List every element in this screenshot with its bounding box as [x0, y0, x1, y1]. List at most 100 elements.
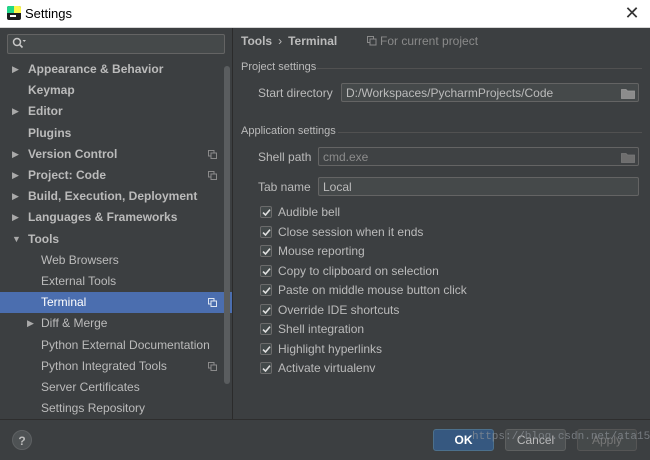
- copy-icon: [208, 149, 217, 159]
- section-divider: [317, 68, 642, 69]
- option-label: Close session when it ends: [278, 224, 424, 239]
- sidebar-item-project-code[interactable]: ▶ Project: Code: [0, 165, 232, 186]
- chevron-right-icon[interactable]: ▶: [27, 313, 34, 334]
- checkbox[interactable]: [260, 245, 272, 257]
- chevron-right-icon[interactable]: ▶: [12, 59, 19, 80]
- sidebar-item-label: Editor: [28, 104, 63, 119]
- sidebar-item-label: Settings Repository: [41, 401, 146, 416]
- chevron-down-icon[interactable]: ▼: [12, 229, 21, 250]
- sidebar-item-label: Languages & Frameworks: [28, 210, 178, 225]
- checkmark-icon: [262, 365, 271, 373]
- sidebar-item-label: Tools: [28, 231, 60, 246]
- browse-folder-icon[interactable]: [621, 88, 635, 99]
- help-button[interactable]: ?: [12, 430, 32, 450]
- scope-label: For current project: [380, 34, 479, 48]
- tab-name-label: Tab name: [258, 180, 311, 194]
- checkbox[interactable]: [260, 303, 272, 316]
- copy-icon: [208, 298, 217, 308]
- scope-indicator: For current project: [367, 33, 478, 49]
- search-icon: [12, 37, 26, 49]
- sidebar-item-languages-frameworks[interactable]: ▶ Languages & Frameworks: [0, 207, 232, 228]
- watermark-url: https://blog.csdn.net/ata15: [472, 431, 650, 443]
- option-label: Paste on middle mouse button click: [278, 283, 467, 297]
- sidebar-item-label: Python External Documentation: [41, 337, 210, 352]
- checkmark-icon: [262, 345, 271, 353]
- option-label: Copy to clipboard on selection: [278, 263, 439, 278]
- chevron-right-icon[interactable]: ▶: [12, 165, 19, 186]
- sidebar-item-python-external-documentation[interactable]: Python External Documentation: [0, 335, 232, 356]
- sidebar-item-version-control[interactable]: ▶ Version Control: [0, 144, 232, 165]
- tab-name-value: Local: [323, 180, 352, 194]
- sidebar-item-label: Python Integrated Tools: [41, 358, 167, 373]
- sidebar-item-label: Version Control: [28, 146, 118, 161]
- close-window-button[interactable]: ✕: [622, 3, 642, 23]
- sidebar-item-settings-repository[interactable]: Settings Repository: [0, 398, 232, 419]
- option-label: Highlight hyperlinks: [278, 341, 383, 356]
- sidebar-item-web-browsers[interactable]: Web Browsers: [0, 250, 232, 271]
- option-label: Mouse reporting: [278, 244, 365, 258]
- sidebar-item-label: Appearance & Behavior: [28, 62, 164, 76]
- sidebar-item-server-certificates[interactable]: Server Certificates: [0, 377, 232, 398]
- sidebar-item-label: External Tools: [41, 274, 117, 288]
- copy-icon: [367, 36, 377, 46]
- pycharm-logo-icon: [7, 6, 21, 20]
- sidebar-item-label: Web Browsers: [41, 252, 119, 267]
- sidebar-item-appearance-behavior[interactable]: ▶ Appearance & Behavior: [0, 59, 232, 80]
- tab-name-field[interactable]: Local: [318, 177, 639, 196]
- sidebar-scrollbar-thumb[interactable]: [224, 66, 230, 384]
- window-titlebar: Settings ✕: [0, 0, 650, 28]
- sidebar-item-label: Diff & Merge: [41, 316, 108, 331]
- project-settings-title: Project settings: [241, 61, 317, 73]
- checkbox[interactable]: [260, 264, 272, 277]
- terminal-settings-panel: Tools › Terminal For current project Proje…: [233, 28, 650, 419]
- chevron-right-icon[interactable]: ▶: [12, 207, 19, 228]
- window-title: Settings: [25, 6, 72, 21]
- checkmark-icon: [262, 306, 271, 314]
- sidebar-item-external-tools[interactable]: External Tools: [0, 271, 232, 292]
- application-settings-title: Application settings: [241, 125, 336, 137]
- sidebar-item-diff-merge[interactable]: ▶ Diff & Merge: [0, 313, 232, 334]
- option-label: Audible bell: [278, 205, 341, 219]
- option-label: Activate virtualenv: [278, 361, 376, 375]
- checkbox[interactable]: [260, 225, 272, 238]
- checkmark-icon: [262, 209, 271, 217]
- breadcrumb-separator: ›: [278, 34, 283, 48]
- checkmark-icon: [262, 248, 271, 256]
- chevron-right-icon[interactable]: ▶: [12, 144, 19, 165]
- shell-path-field[interactable]: cmd.exe: [318, 147, 639, 166]
- checkbox[interactable]: [260, 323, 272, 335]
- option-label: Shell integration: [278, 322, 365, 336]
- sidebar-item-label: Terminal: [41, 295, 87, 310]
- sidebar-item-build-execution-deployment[interactable]: ▶ Build, Execution, Deployment: [0, 186, 232, 207]
- section-divider: [338, 132, 642, 133]
- search-input[interactable]: [7, 34, 225, 54]
- sidebar-item-label: Build, Execution, Deployment: [28, 189, 198, 204]
- browse-folder-icon[interactable]: [621, 152, 635, 163]
- sidebar-item-editor[interactable]: ▶ Editor: [0, 101, 232, 122]
- sidebar-item-keymap[interactable]: Keymap: [0, 80, 232, 101]
- sidebar-item-terminal[interactable]: Terminal: [0, 292, 232, 314]
- checkbox[interactable]: [260, 362, 272, 374]
- sidebar-item-python-integrated-tools[interactable]: Python Integrated Tools: [0, 356, 232, 377]
- breadcrumb: Tools › Terminal: [241, 33, 337, 49]
- sidebar-item-tools[interactable]: ▼ Tools: [0, 229, 232, 250]
- shell-path-value: cmd.exe: [323, 150, 369, 164]
- sidebar-item-plugins[interactable]: Plugins: [0, 123, 232, 144]
- chevron-right-icon[interactable]: ▶: [12, 186, 19, 207]
- checkmark-icon: [262, 326, 271, 334]
- checkmark-icon: [262, 267, 271, 275]
- settings-sidebar: ▶ Appearance & Behavior Keymap ▶ Editor Plugi…: [0, 28, 233, 419]
- checkbox[interactable]: [260, 206, 272, 218]
- sidebar-item-label: Keymap: [28, 83, 75, 98]
- shell-path-label: Shell path: [258, 150, 312, 164]
- checkbox[interactable]: [260, 284, 272, 296]
- breadcrumb-tools[interactable]: Tools: [241, 34, 272, 48]
- chevron-right-icon[interactable]: ▶: [12, 101, 19, 122]
- checkbox[interactable]: [260, 342, 272, 355]
- checkmark-icon: [262, 287, 271, 295]
- sidebar-item-label: Plugins: [28, 125, 72, 140]
- option-label: Override IDE shortcuts: [278, 302, 400, 317]
- start-directory-label: Start directory: [258, 86, 333, 100]
- checkmark-icon: [262, 228, 271, 236]
- start-directory-field[interactable]: D:/Workspaces/PycharmProjects/Code: [341, 83, 639, 102]
